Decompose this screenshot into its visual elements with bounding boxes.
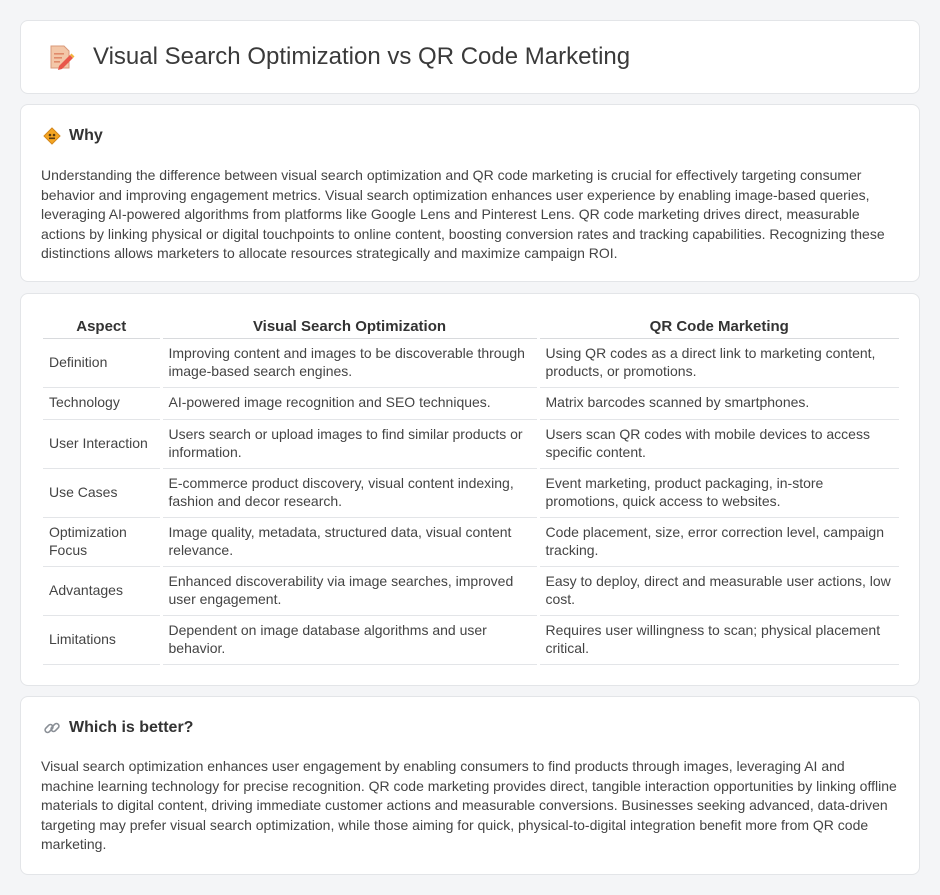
qr-code-cell: Easy to deploy, direct and measurable us… <box>536 566 899 616</box>
link-icon <box>44 722 60 734</box>
visual-search-cell: Users search or upload images to find si… <box>159 419 538 469</box>
qr-code-cell: Matrix barcodes scanned by smartphones. <box>536 387 899 420</box>
table-row: Limitations Dependent on image database … <box>43 615 899 665</box>
aspect-cell: User Interaction <box>43 419 161 469</box>
aspect-cell: Optimization Focus <box>43 517 161 567</box>
visual-search-cell: Dependent on image database algorithms a… <box>159 615 538 665</box>
header-visual-search: Visual Search Optimization <box>159 316 538 339</box>
which-better-section: Which is better? Visual search optimizat… <box>20 696 920 875</box>
table-row: Advantages Enhanced discoverability via … <box>43 566 899 616</box>
header-aspect: Aspect <box>43 316 161 339</box>
diamond-sign-icon <box>43 127 61 145</box>
comparison-table: Aspect Visual Search Optimization QR Cod… <box>43 316 899 665</box>
table-row: Optimization Focus Image quality, metada… <box>43 517 899 567</box>
qr-code-cell: Users scan QR codes with mobile devices … <box>536 419 899 469</box>
table-header-row: Aspect Visual Search Optimization QR Cod… <box>43 316 899 339</box>
comparison-section: Aspect Visual Search Optimization QR Cod… <box>20 293 920 686</box>
header-qr-code: QR Code Marketing <box>536 316 899 339</box>
header-card: Visual Search Optimization vs QR Code Ma… <box>20 20 920 94</box>
why-section: Why Understanding the difference between… <box>20 104 920 282</box>
qr-code-cell: Event marketing, product packaging, in-s… <box>536 468 899 518</box>
aspect-cell: Technology <box>43 387 161 420</box>
table-row: Technology AI-powered image recognition … <box>43 387 899 420</box>
document-pencil-icon <box>50 45 75 70</box>
visual-search-cell: E-commerce product discovery, visual con… <box>159 468 538 518</box>
better-text: Visual search optimization enhances user… <box>41 758 897 853</box>
table-row: User Interaction Users search or upload … <box>43 419 899 469</box>
qr-code-cell: Code placement, size, error correction l… <box>536 517 899 567</box>
why-text: Understanding the difference between vis… <box>41 167 885 262</box>
aspect-cell: Limitations <box>43 615 161 665</box>
page-title: Visual Search Optimization vs QR Code Ma… <box>93 43 631 70</box>
aspect-cell: Use Cases <box>43 468 161 518</box>
qr-code-cell: Using QR codes as a direct link to marke… <box>536 338 899 388</box>
aspect-cell: Definition <box>43 338 161 388</box>
why-heading: Why <box>43 127 103 145</box>
why-title: Why <box>69 127 103 144</box>
better-heading: Which is better? <box>43 719 193 737</box>
better-title: Which is better? <box>69 719 194 736</box>
visual-search-cell: Enhanced discoverability via image searc… <box>159 566 538 616</box>
title-row: Visual Search Optimization vs QR Code Ma… <box>21 21 919 93</box>
qr-code-cell: Requires user willingness to scan; physi… <box>536 615 899 665</box>
table-row: Use Cases E-commerce product discovery, … <box>43 468 899 518</box>
visual-search-cell: Image quality, metadata, structured data… <box>159 517 538 567</box>
aspect-cell: Advantages <box>43 566 161 616</box>
visual-search-cell: AI-powered image recognition and SEO tec… <box>159 387 538 420</box>
visual-search-cell: Improving content and images to be disco… <box>159 338 538 388</box>
table-row: Definition Improving content and images … <box>43 338 899 388</box>
